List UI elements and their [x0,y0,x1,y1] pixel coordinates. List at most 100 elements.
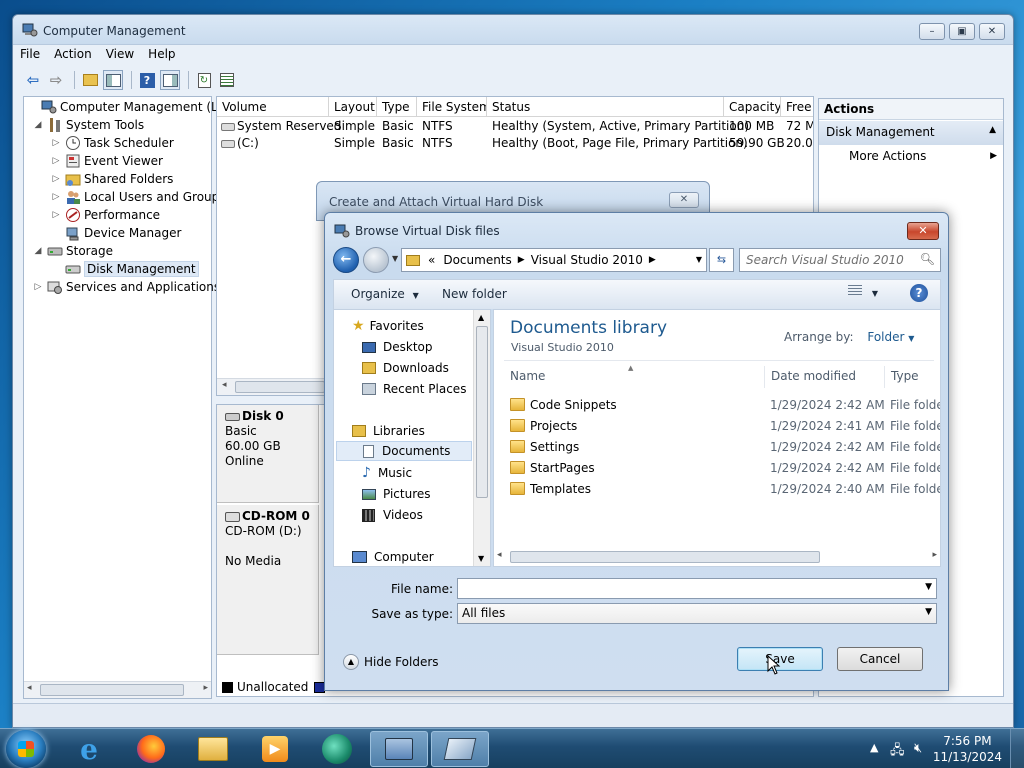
tree-item-disk-management[interactable]: Disk Management [50,260,199,278]
cancel-button[interactable]: Cancel [837,647,923,671]
column-free[interactable]: Free [781,97,813,117]
nav-downloads[interactable]: Downloads [362,358,449,378]
nav-desktop[interactable]: Desktop [362,337,433,357]
help-button[interactable]: ? [137,70,157,90]
organize-button[interactable]: Organize ▼ [351,287,419,301]
nav-libraries[interactable]: Libraries [352,421,425,441]
disk-0-header[interactable]: Disk 0 Basic 60.00 GB Online [217,405,319,503]
expand-arrow-icon[interactable]: ▷ [50,210,62,220]
more-actions-item[interactable]: More Actions [849,149,926,163]
nav-computer[interactable]: Computer [352,547,434,566]
column-date-modified[interactable]: Date modified [764,366,884,388]
file-horizontal-scrollbar[interactable]: ◂ ▸ [494,549,940,566]
forward-button[interactable] [363,247,389,273]
properties-button[interactable] [217,70,237,90]
expand-arrow-icon[interactable]: ▷ [50,174,62,184]
menu-help[interactable]: Help [141,45,182,66]
scroll-left-icon[interactable]: ◂ [222,380,227,390]
scroll-down-icon[interactable]: ▼ [478,554,484,563]
menu-view[interactable]: View [99,45,141,66]
column-file-system[interactable]: File System [417,97,487,117]
column-volume[interactable]: Volume [217,97,329,117]
breadcrumb-separator-icon[interactable]: ▶ [518,255,525,265]
tree-item-local-users-groups[interactable]: ▷ Local Users and Groups [50,188,226,206]
nav-pictures[interactable]: Pictures [362,484,431,504]
show-desktop-button[interactable] [1010,729,1024,768]
nav-recent-places[interactable]: Recent Places [362,379,466,399]
tree-item-storage[interactable]: ◢ Storage [32,242,113,260]
taskbar-computer-management[interactable] [370,731,428,767]
taskbar-app[interactable] [308,731,366,767]
address-overflow-chevron[interactable]: « [428,253,435,267]
column-name[interactable]: Name [504,366,764,388]
start-button[interactable] [6,730,46,768]
breadcrumb-separator-icon[interactable]: ▶ [649,255,656,265]
new-folder-button[interactable]: New folder [442,287,507,301]
close-button[interactable]: ✕ [907,222,939,240]
show-hide-tree-button[interactable] [103,70,123,90]
list-item[interactable]: Projects 1/29/2024 2:41 AM File folder [494,416,940,437]
view-options-button[interactable]: ▼ [848,285,878,299]
maximize-button[interactable]: ▣ [949,23,975,40]
tree-horizontal-scrollbar[interactable]: ◂ ▸ [24,681,211,698]
list-item[interactable]: Code Snippets 1/29/2024 2:42 AM File fol… [494,395,940,416]
show-hide-action-pane-button[interactable] [160,70,180,90]
taskbar-explorer[interactable] [184,731,242,767]
search-input[interactable]: Search Visual Studio 2010 🔍︎ [739,248,941,272]
title-bar[interactable]: Computer Management – ▣ ✕ [13,15,1013,45]
nav-vertical-scrollbar[interactable]: ▲ ▼ [473,310,490,566]
tree-item-event-viewer[interactable]: ▷ Event Viewer [50,152,163,170]
expand-arrow-icon[interactable]: ▷ [50,156,62,166]
forward-button[interactable]: ⇨ [46,70,66,90]
cdrom-0-header[interactable]: CD-ROM 0 CD-ROM (D:) No Media [217,505,319,655]
nav-favorites[interactable]: ★ Favorites [352,316,424,336]
scroll-thumb[interactable] [235,381,325,393]
scroll-thumb[interactable] [40,684,184,696]
scroll-right-icon[interactable]: ▸ [203,683,208,693]
collapse-arrow-icon[interactable]: ◢ [32,246,44,256]
menu-action[interactable]: Action [47,45,99,66]
scroll-right-icon[interactable]: ▸ [932,550,937,560]
arrange-value[interactable]: Folder [867,330,904,344]
scroll-thumb[interactable] [510,551,820,563]
expand-arrow-icon[interactable]: ▷ [50,192,62,202]
back-button[interactable]: ⇦ [23,70,43,90]
tree-item-services-applications[interactable]: ▷ Services and Applications [32,278,220,296]
tree-item-device-manager[interactable]: Device Manager [50,224,181,242]
dropdown-arrow-icon[interactable]: ▼ [925,582,932,592]
breadcrumb-documents[interactable]: Documents [443,253,511,267]
list-item[interactable]: Settings 1/29/2024 2:42 AM File folder [494,437,940,458]
collapse-arrow-icon[interactable]: ◢ [32,120,44,130]
tree-item-performance[interactable]: ▷ Performance [50,206,160,224]
taskbar-internet-explorer[interactable]: e [60,731,118,767]
recent-locations-icon[interactable]: ▼ [392,254,398,263]
scroll-thumb[interactable] [476,326,488,498]
refresh-button[interactable]: ↻ [194,70,214,90]
expand-arrow-icon[interactable]: ▷ [50,138,62,148]
taskbar-media-player[interactable]: ▶ [246,731,304,767]
clock[interactable]: 7:56 PM 11/13/2024 [933,733,1002,765]
address-dropdown-icon[interactable]: ▼ [696,255,702,264]
nav-documents[interactable]: Documents [336,441,472,461]
dropdown-arrow-icon[interactable]: ▼ [925,607,932,617]
tree-item-computer-management[interactable]: Computer Management (Local [26,98,242,116]
address-bar[interactable]: « Documents ▶ Visual Studio 2010 ▶ ▼ [401,248,707,272]
help-button[interactable]: ? [910,284,928,302]
minimize-button[interactable]: – [919,23,945,40]
back-button[interactable]: ← [333,247,359,273]
expand-arrow-icon[interactable]: ▷ [32,282,44,292]
taskbar-vhd-dialog[interactable] [431,731,489,767]
column-type[interactable]: Type [377,97,417,117]
up-level-button[interactable] [80,70,100,90]
tree-item-shared-folders[interactable]: ▷ Shared Folders [50,170,173,188]
file-name-input[interactable]: ▼ [457,578,937,599]
close-button[interactable]: ✕ [979,23,1005,40]
close-button[interactable]: ✕ [669,192,699,208]
actions-section-disk-management[interactable]: Disk Management ▲ [819,121,1003,145]
save-type-select[interactable]: All files ▼ [457,603,937,624]
tree-item-system-tools[interactable]: ◢ System Tools [32,116,144,134]
scroll-left-icon[interactable]: ◂ [497,550,502,560]
list-item[interactable]: StartPages 1/29/2024 2:42 AM File folder [494,458,940,479]
show-hidden-icons[interactable]: ▲ [870,741,878,754]
nav-music[interactable]: ♪ Music [362,463,412,483]
